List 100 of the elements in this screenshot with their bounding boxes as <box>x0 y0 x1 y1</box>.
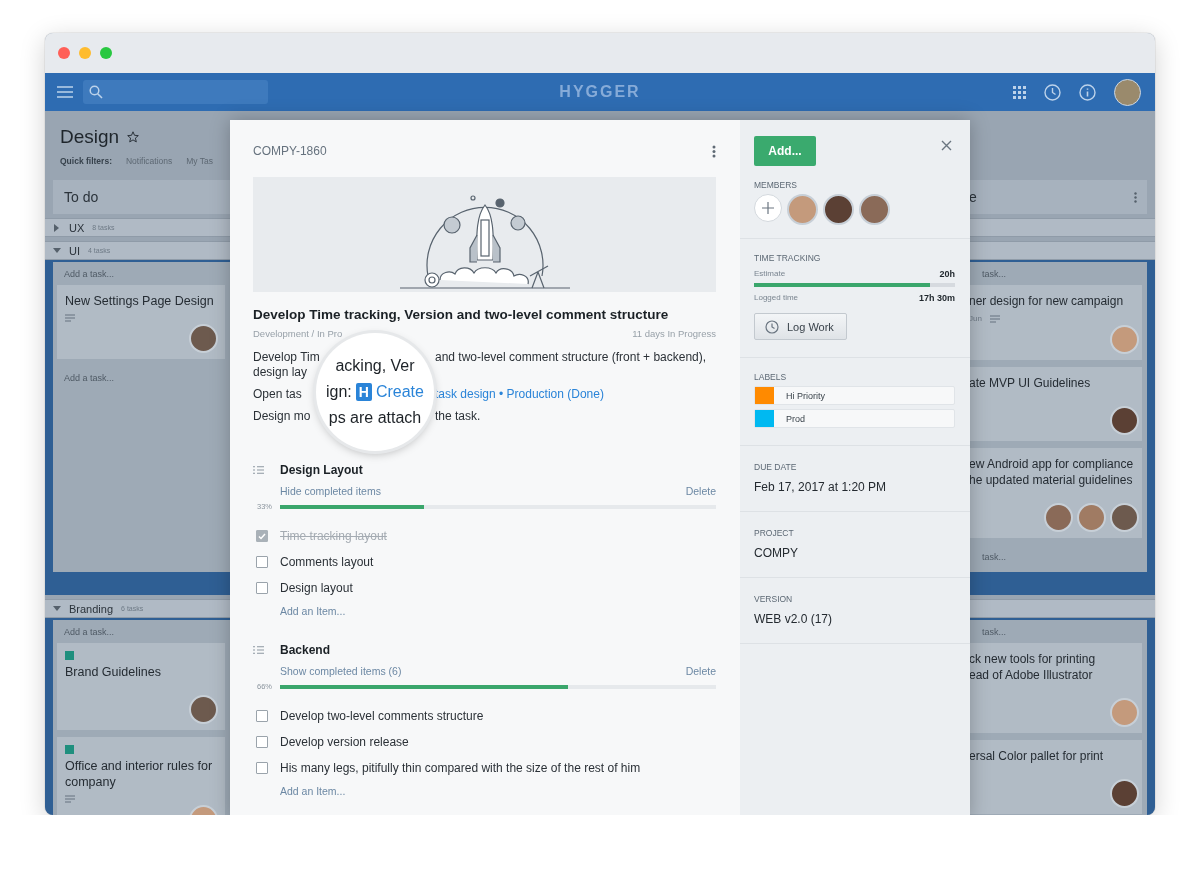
label-name: Prod <box>786 413 805 424</box>
window-control[interactable] <box>58 47 70 59</box>
member-avatar <box>1110 406 1139 435</box>
task-link[interactable]: task design • Production (Done) <box>435 387 604 402</box>
menu-icon[interactable] <box>57 86 73 98</box>
checklist-title: Design Layout <box>280 463 364 477</box>
card-title: Office and interior rules for <box>65 758 214 774</box>
add-task-link[interactable]: Add a task... <box>57 620 225 643</box>
checklist-title: Backend <box>280 643 332 657</box>
board-title: Design <box>60 126 120 148</box>
star-icon[interactable] <box>127 131 140 143</box>
member-avatar <box>859 194 890 225</box>
more-options-icon[interactable] <box>712 144 716 158</box>
collapse-caret-icon[interactable] <box>53 604 61 613</box>
card-title: ersal Color pallet for print <box>969 748 1105 764</box>
toggle-completed-link[interactable]: Hide completed items <box>280 485 381 497</box>
checkbox[interactable] <box>256 736 268 748</box>
checklist-item-text: Develop version release <box>280 735 410 749</box>
search-field[interactable] <box>83 80 268 104</box>
magnified-text: ps are attach <box>328 409 422 427</box>
add-task-link[interactable]: task... <box>967 545 1142 568</box>
section-label: DUE DATE <box>754 462 798 472</box>
card-title: he updated material guidelines <box>969 472 1134 488</box>
task-card[interactable]: ck new tools for printing ead of Adobe Illustrator <box>967 643 1142 733</box>
add-task-link[interactable]: Add a task... <box>57 262 225 285</box>
column-title: To do <box>64 189 99 205</box>
task-card[interactable]: Office and interior rules for company <box>57 737 225 815</box>
checkbox[interactable] <box>256 710 268 722</box>
checklist-item-text: Develop two-level comments structure <box>280 709 485 723</box>
card-title: New Settings Page Design <box>65 293 215 309</box>
app-badge: H <box>355 383 372 401</box>
info-icon[interactable] <box>1079 83 1096 101</box>
field-value: WEB v2.0 (17) <box>754 612 834 626</box>
task-card[interactable]: ew Android app for compliance he updated material guidelines <box>967 448 1142 538</box>
member-avatar <box>1077 503 1106 532</box>
description-text: Develop Tim <box>253 350 320 364</box>
task-card[interactable]: ersal Color pallet for print <box>967 740 1142 814</box>
checkbox[interactable] <box>256 556 268 568</box>
label-chip[interactable]: Hi Priority <box>754 386 955 405</box>
member-avatar <box>1110 779 1139 808</box>
apps-grid-icon[interactable] <box>1013 85 1026 99</box>
window-control[interactable] <box>100 47 112 59</box>
checkbox[interactable] <box>256 582 268 594</box>
checklist-item-text: Design layout <box>280 581 354 595</box>
member-avatar <box>189 695 218 724</box>
clock-icon[interactable] <box>1044 83 1061 101</box>
member-avatar <box>1110 698 1139 727</box>
section-label: MEMBERS <box>754 180 798 190</box>
member-avatar <box>823 194 854 225</box>
description-text: Open tas <box>253 387 302 401</box>
task-age: 11 days In Progress <box>632 328 716 339</box>
more-options-icon[interactable] <box>1134 191 1137 203</box>
search-icon <box>89 85 103 99</box>
user-avatar[interactable] <box>1114 78 1141 106</box>
add-item-link[interactable]: Add an Item... <box>280 785 716 797</box>
swimlane-name: Branding <box>69 602 114 615</box>
delete-link[interactable]: Delete <box>685 485 716 497</box>
logged-time-value: 17h 30m <box>918 293 955 303</box>
member-avatar <box>189 324 218 353</box>
quick-filter[interactable]: My Tas <box>186 156 214 166</box>
checkbox[interactable] <box>256 530 268 542</box>
checklist-icon <box>253 466 264 474</box>
section-label: LABELS <box>754 372 788 382</box>
add-task-link[interactable]: task... <box>967 262 1142 285</box>
add-task-link[interactable]: Add a task... <box>57 366 225 389</box>
add-item-link[interactable]: Add an Item... <box>280 605 716 617</box>
checklist-item-text: Comments layout <box>280 555 375 569</box>
magnified-text: ign: <box>326 383 352 401</box>
card-title: ate MVP UI Guidelines <box>969 375 1092 391</box>
swimlane-name: UI <box>69 244 80 257</box>
expand-caret-icon[interactable] <box>53 223 61 232</box>
task-card[interactable]: New Settings Page Design <box>57 285 225 359</box>
label-chip[interactable]: Prod <box>754 409 955 428</box>
field-value: COMPY <box>754 546 799 560</box>
checklist-item-text: Time tracking layout <box>280 529 388 543</box>
add-task-link[interactable]: task... <box>967 620 1142 643</box>
close-icon[interactable] <box>941 140 952 151</box>
toggle-completed-link[interactable]: Show completed items (6) <box>280 665 402 677</box>
task-breadcrumb: Development / In Pro <box>253 328 343 339</box>
task-card[interactable]: Brand Guidelines <box>57 643 225 730</box>
quick-filter[interactable]: Notifications <box>125 156 173 166</box>
checkbox[interactable] <box>256 762 268 774</box>
task-card[interactable]: ate MVP UI Guidelines <box>967 367 1142 441</box>
description-text: the task. <box>435 409 481 424</box>
estimate-label: Estimate <box>754 269 786 279</box>
label-name: Hi Priority <box>786 390 825 401</box>
add-member-button[interactable] <box>754 194 782 222</box>
description-text: Design mo <box>253 409 311 423</box>
member-avatar <box>1110 325 1139 354</box>
card-title: ck new tools for printing <box>969 651 1097 667</box>
plus-icon <box>762 202 774 214</box>
delete-link[interactable]: Delete <box>685 665 716 677</box>
quick-filters-label: Quick filters: <box>60 156 112 166</box>
logged-time-label: Logged time <box>754 293 799 303</box>
log-work-button[interactable]: Log Work <box>754 313 847 340</box>
collapse-caret-icon[interactable] <box>53 246 61 255</box>
window-control[interactable] <box>79 47 91 59</box>
add-button[interactable]: Add... <box>754 136 816 166</box>
field-value: Feb 17, 2017 at 1:20 PM <box>754 480 888 494</box>
card-title: ew Android app for compliance <box>969 456 1135 472</box>
